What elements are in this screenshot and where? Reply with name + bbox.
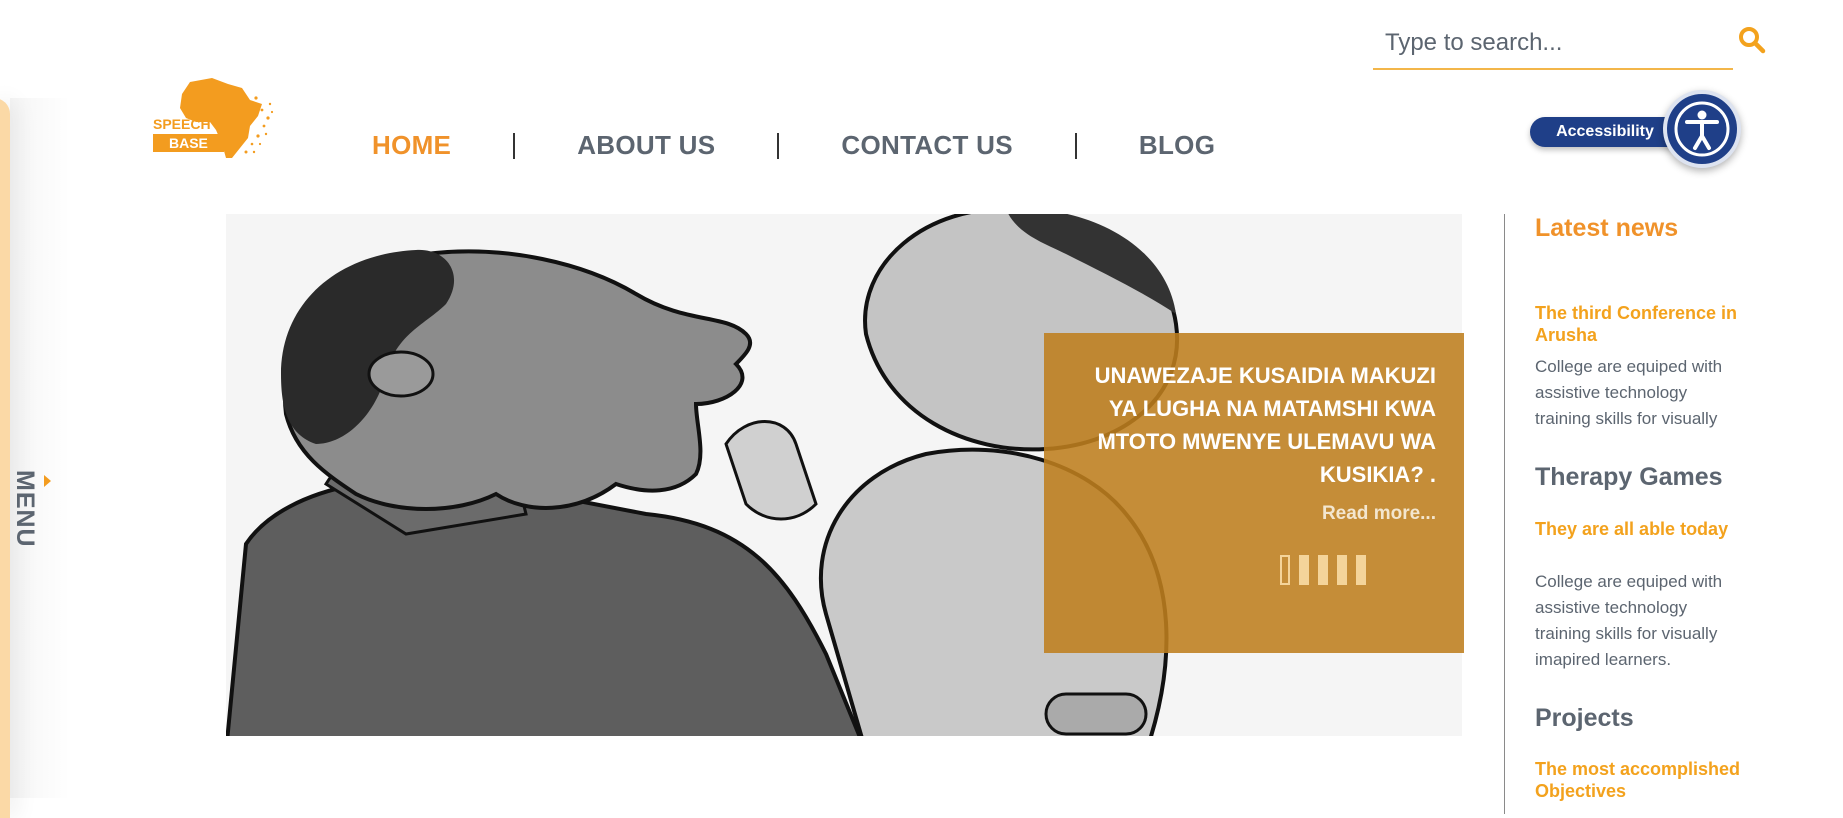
slider-dot[interactable] bbox=[1280, 555, 1290, 585]
read-more-link[interactable]: Read more... bbox=[1322, 503, 1436, 525]
sidebar-divider bbox=[1504, 214, 1505, 814]
therapy-excerpt: College are equiped with assistive techn… bbox=[1535, 572, 1723, 669]
search-box bbox=[1373, 22, 1737, 70]
projects-link[interactable]: The most accomplished Objectives bbox=[1535, 758, 1755, 802]
side-menu-tab[interactable] bbox=[0, 98, 10, 818]
nav-divider bbox=[1074, 132, 1077, 159]
therapy-games-title: Therapy Games bbox=[1535, 463, 1723, 491]
slider-dot[interactable] bbox=[1299, 555, 1309, 585]
nav-blog[interactable]: BLOG bbox=[1139, 130, 1215, 161]
news-link[interactable]: The third Conference in Arusha bbox=[1535, 302, 1755, 346]
slider-dot[interactable] bbox=[1337, 555, 1347, 585]
logo-text-base: BASE bbox=[153, 134, 224, 152]
slider-dot[interactable] bbox=[1318, 555, 1328, 585]
latest-news-title: Latest news bbox=[1535, 214, 1679, 242]
chevron-right-icon[interactable] bbox=[44, 475, 51, 487]
side-menu-label[interactable]: MENU bbox=[10, 470, 39, 548]
accessibility-icon[interactable] bbox=[1663, 90, 1741, 168]
nav-divider bbox=[513, 132, 516, 159]
nav-divider bbox=[777, 132, 780, 159]
search-icon[interactable] bbox=[1738, 26, 1766, 54]
side-menu-shadow bbox=[10, 98, 70, 798]
search-input[interactable] bbox=[1373, 22, 1737, 64]
nav-home[interactable]: HOME bbox=[372, 130, 451, 161]
slider-dot[interactable] bbox=[1356, 555, 1366, 585]
therapy-link[interactable]: They are all able today bbox=[1535, 518, 1728, 540]
logo-text-speech: SPEECH bbox=[153, 116, 211, 132]
main-nav: HOME ABOUT US CONTACT US BLOG bbox=[372, 130, 1215, 161]
nav-about-us[interactable]: ABOUT US bbox=[577, 130, 715, 161]
nav-contact-us[interactable]: CONTACT US bbox=[841, 130, 1013, 161]
hero-caption-panel: UNAWEZAJE KUSAIDIA MAKUZI YA LUGHA NA MA… bbox=[1044, 333, 1464, 653]
slider-pagination bbox=[1280, 555, 1375, 585]
projects-title: Projects bbox=[1535, 704, 1634, 732]
hero-heading: UNAWEZAJE KUSAIDIA MAKUZI YA LUGHA NA MA… bbox=[1094, 363, 1436, 487]
news-excerpt: College are equiped with assistive techn… bbox=[1535, 357, 1723, 428]
